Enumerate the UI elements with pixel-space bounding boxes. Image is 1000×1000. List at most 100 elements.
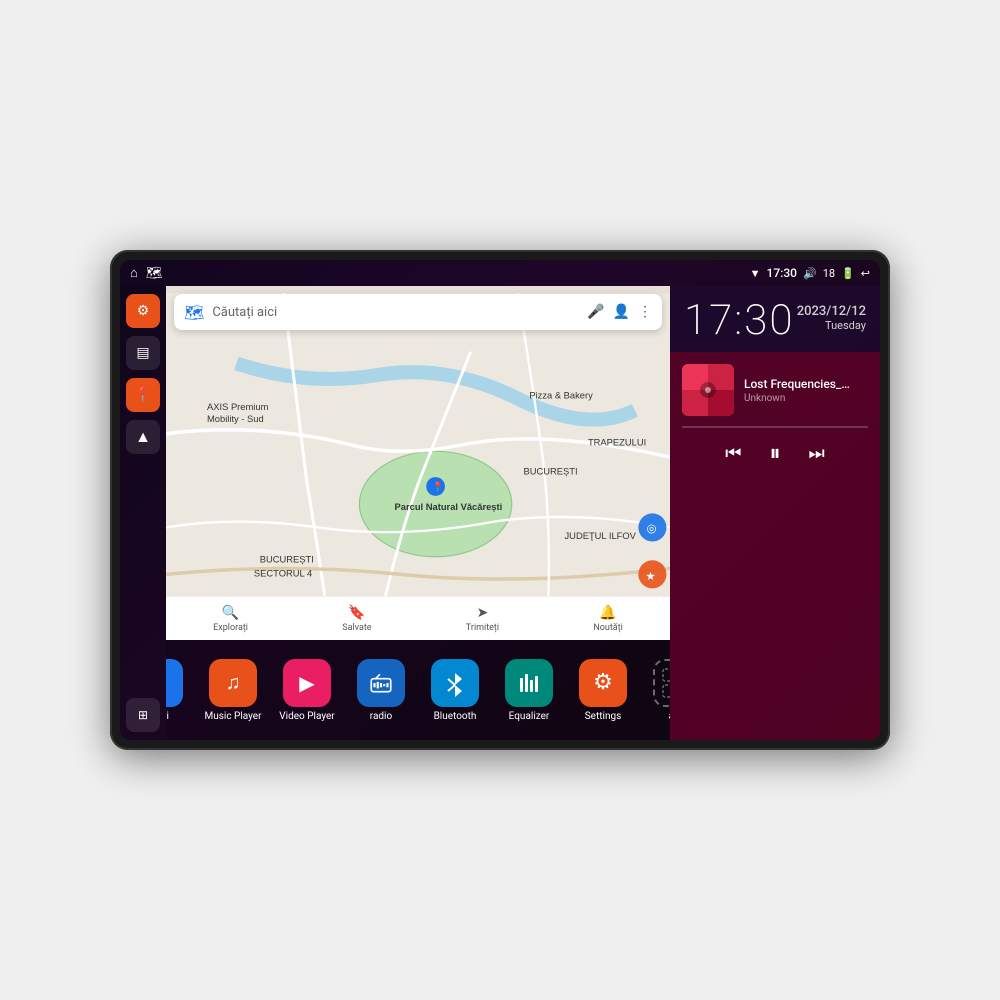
right-panel: 17:30 2023/12/12 Tuesday — [670, 286, 880, 740]
svg-text:◎: ◎ — [647, 521, 657, 535]
bluetooth-icon — [431, 659, 479, 707]
svg-text:📍: 📍 — [432, 481, 444, 493]
status-bar: ⌂ 🗺 ▼ 17:30 🔊 18 🔋 ↩ — [120, 260, 880, 286]
clock-widget: 17:30 2023/12/12 Tuesday — [670, 286, 880, 352]
home-icon[interactable]: ⌂ — [130, 265, 138, 281]
files-icon: ▤ — [136, 345, 149, 361]
app-settings[interactable]: ⚙ Settings — [569, 659, 637, 722]
map-search-bar[interactable]: 🗺 Căutați aici 🎤 👤 ⋮ — [174, 294, 662, 330]
music-prev-button[interactable]: ⏮ — [725, 443, 741, 464]
svg-text:Parcul Natural Văcărești: Parcul Natural Văcărești — [395, 502, 503, 512]
clock-time: 17:30 — [684, 300, 794, 342]
radio-label: radio — [370, 711, 392, 722]
settings-icon: ⚙ — [137, 303, 150, 319]
music-player-label: Music Player — [204, 711, 261, 722]
app-navi[interactable]: ▲ Navi — [166, 659, 193, 722]
sidebar-apps-button[interactable]: ⊞ — [126, 698, 160, 732]
device-screen: ⌂ 🗺 ▼ 17:30 🔊 18 🔋 ↩ ⚙ ▤ — [120, 260, 880, 740]
map-svg: Parcul Natural Văcărești BUCUREȘTI BUCUR… — [166, 286, 670, 640]
music-widget: Lost Frequencies_Janie... Unknown ⏮ ⏸ ⏭ — [670, 352, 880, 740]
status-bar-right: ▼ 17:30 🔊 18 🔋 ↩ — [750, 266, 870, 280]
battery-count: 18 — [823, 267, 835, 280]
status-bar-left: ⌂ 🗺 — [130, 265, 162, 281]
music-text-info: Lost Frequencies_Janie... Unknown — [744, 377, 854, 404]
location-icon: 📍 — [134, 387, 151, 403]
music-artist: Unknown — [744, 393, 854, 404]
equalizer-label: Equalizer — [509, 711, 550, 722]
video-player-icon: ▶ — [283, 659, 331, 707]
svg-text:Pizza & Bakery: Pizza & Bakery — [529, 391, 593, 401]
music-controls: ⏮ ⏸ ⏭ — [682, 440, 868, 466]
music-title: Lost Frequencies_Janie... — [744, 377, 854, 391]
svg-text:JUDEŢUL ILFOV: JUDEŢUL ILFOV — [565, 531, 637, 541]
battery-icon: 🔋 — [841, 267, 855, 280]
map-search-placeholder: Căutați aici — [212, 305, 579, 320]
account-icon[interactable]: 👤 — [613, 304, 630, 320]
sidebar-nav-button[interactable]: ▲ — [126, 420, 160, 454]
app-music-player[interactable]: ♫ Music Player — [199, 659, 267, 722]
app-add[interactable]: add — [643, 659, 670, 722]
google-maps-icon: 🗺 — [184, 303, 204, 322]
grid-icon: ⊞ — [138, 708, 148, 722]
sidebar-map-button[interactable]: 📍 — [126, 378, 160, 412]
device-frame: ⌂ 🗺 ▼ 17:30 🔊 18 🔋 ↩ ⚙ ▤ — [110, 250, 890, 750]
news-label: Noutăți — [593, 623, 623, 633]
map-bottom-bar: 🔍 Explorați 🔖 Salvate ➤ Trimiteți 🔔 — [166, 596, 670, 640]
music-play-pause-button[interactable]: ⏸ — [769, 440, 780, 466]
explore-label: Explorați — [213, 623, 248, 633]
svg-text:AXIS Premium: AXIS Premium — [207, 402, 269, 412]
app-grid: ▲ Navi ♫ Music Player ▶ — [166, 640, 670, 740]
settings-label: Settings — [585, 711, 622, 722]
music-progress-bar[interactable] — [682, 426, 868, 428]
explore-icon: 🔍 — [222, 605, 239, 621]
share-icon: ➤ — [477, 605, 489, 621]
music-next-button[interactable]: ⏭ — [809, 443, 825, 464]
back-icon[interactable]: ↩ — [861, 267, 870, 280]
radio-icon — [357, 659, 405, 707]
clock-day: Tuesday — [797, 319, 866, 332]
saved-icon: 🔖 — [348, 605, 365, 621]
app-bluetooth[interactable]: Bluetooth — [421, 659, 489, 722]
svg-text:★: ★ — [645, 569, 656, 583]
main-content: ⚙ ▤ 📍 ▲ ⊞ — [120, 286, 880, 740]
navi-label: Navi — [166, 711, 169, 722]
map-saved-button[interactable]: 🔖 Salvate — [342, 605, 371, 633]
add-icon — [653, 659, 670, 707]
svg-text:TRAPEZULUI: TRAPEZULUI — [588, 437, 646, 447]
bluetooth-label: Bluetooth — [434, 711, 477, 722]
music-player-icon: ♫ — [209, 659, 257, 707]
svg-text:BUCUREȘTI: BUCUREȘTI — [523, 467, 577, 477]
navigation-icon: ▲ — [135, 427, 151, 447]
volume-icon: 🔊 — [803, 267, 817, 280]
equalizer-icon — [505, 659, 553, 707]
svg-text:BUCUREȘTI: BUCUREȘTI — [260, 555, 314, 565]
app-video-player[interactable]: ▶ Video Player — [273, 659, 341, 722]
map-background: Parcul Natural Văcărești BUCUREȘTI BUCUR… — [166, 286, 670, 640]
clock-date: 2023/12/12 Tuesday — [797, 304, 866, 332]
album-art-image — [682, 364, 734, 416]
maps-icon[interactable]: 🗺 — [146, 266, 163, 281]
map-share-button[interactable]: ➤ Trimiteți — [466, 605, 499, 633]
sidebar-files-button[interactable]: ▤ — [126, 336, 160, 370]
map-container[interactable]: Parcul Natural Văcărești BUCUREȘTI BUCUR… — [166, 286, 670, 640]
app-radio[interactable]: radio — [347, 659, 415, 722]
app-equalizer[interactable]: Equalizer — [495, 659, 563, 722]
center-content: Parcul Natural Văcărești BUCUREȘTI BUCUR… — [166, 286, 670, 740]
clock-time-display: 17:30 — [684, 300, 794, 342]
music-info-row: Lost Frequencies_Janie... Unknown — [682, 364, 868, 416]
news-icon: 🔔 — [599, 605, 616, 621]
svg-text:SECTORUL 4: SECTORUL 4 — [254, 569, 312, 579]
sidebar-settings-button[interactable]: ⚙ — [126, 294, 160, 328]
map-explore-button[interactable]: 🔍 Explorați — [213, 605, 248, 633]
mic-icon[interactable]: 🎤 — [587, 304, 604, 320]
navi-icon: ▲ — [166, 659, 183, 707]
music-album-art — [682, 364, 734, 416]
map-news-button[interactable]: 🔔 Noutăți — [593, 605, 623, 633]
clock-year: 2023/12/12 — [797, 304, 866, 319]
menu-dots-icon[interactable]: ⋮ — [638, 304, 652, 320]
settings-app-icon: ⚙ — [579, 659, 627, 707]
share-label: Trimiteți — [466, 623, 499, 633]
left-sidebar: ⚙ ▤ 📍 ▲ ⊞ — [120, 286, 166, 740]
video-player-label: Video Player — [279, 711, 334, 722]
svg-text:Mobility - Sud: Mobility - Sud — [207, 414, 264, 424]
